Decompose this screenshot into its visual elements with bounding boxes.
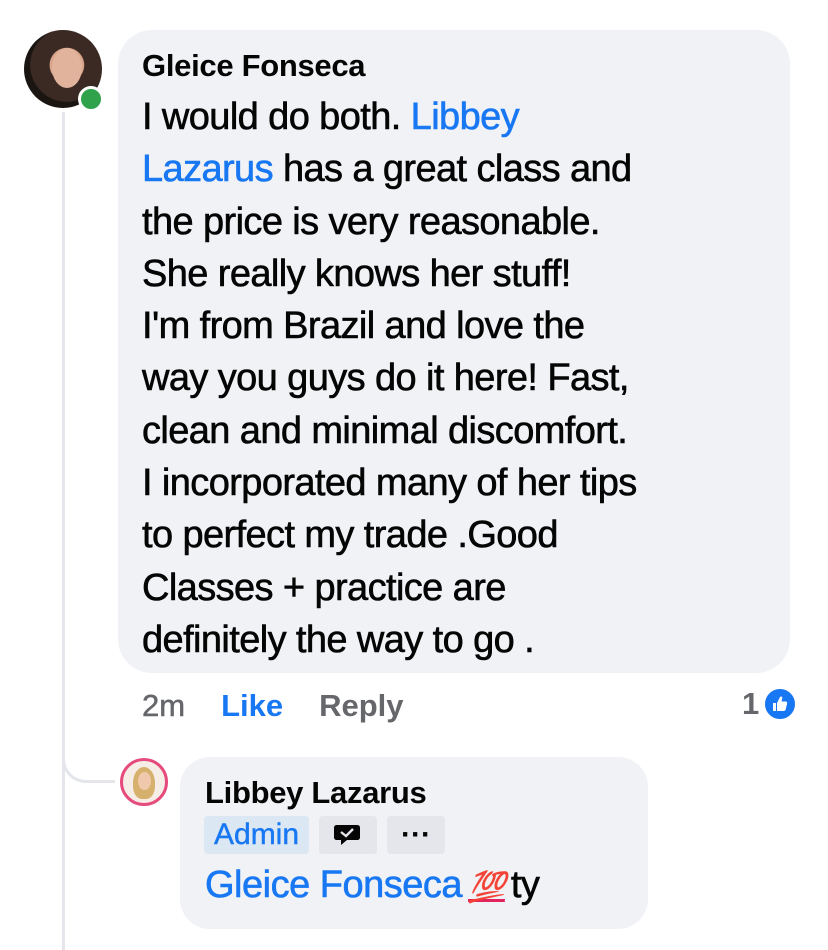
comment-line: clean and minimal discomfort.	[142, 409, 628, 452]
mention-link[interactable]: Gleice Fonseca	[205, 864, 463, 907]
comment-line: definitely the way to go .	[142, 618, 535, 662]
comment-line: She really knows her stuff!	[142, 252, 572, 296]
thread-connector-line	[62, 112, 65, 950]
avatar-libbey[interactable]	[120, 758, 168, 806]
comment-line: I'm from Brazil and love the	[142, 305, 586, 348]
reply-text: Gleice Fonseca 💯 ty	[205, 864, 541, 907]
comment-line: way you guys do it here! Fast,	[142, 357, 630, 400]
comment-line: I would do both. Libbey	[142, 96, 520, 139]
reply-branch-connector	[62, 740, 115, 783]
avatar-face	[52, 48, 82, 88]
comment-line: Classes + practice are	[142, 566, 507, 609]
reply-author[interactable]: Libbey Lazarus	[205, 775, 427, 811]
mention-link[interactable]: Libbey	[410, 96, 520, 139]
like-thumb-icon	[763, 687, 798, 721]
online-status-dot	[78, 86, 104, 112]
hundred-points-emoji: 💯	[468, 871, 505, 904]
avatar-face	[138, 772, 151, 790]
reaction-count: 1	[742, 686, 760, 721]
next-comment-peek	[200, 936, 620, 950]
comment-line: I incorporated many of her tips	[142, 462, 638, 505]
comment-line: to perfect my trade .Good	[142, 514, 559, 557]
comment-line: the price is very reasonable.	[142, 200, 601, 243]
mention-link[interactable]: Lazarus	[142, 148, 274, 191]
comment-actions: 2m Like Reply	[142, 688, 404, 724]
comment-author[interactable]: Gleice Fonseca	[142, 48, 366, 84]
admin-badge[interactable]: Admin	[204, 816, 310, 854]
like-button[interactable]: Like	[221, 688, 283, 724]
comment-timestamp[interactable]: 2m	[142, 688, 186, 724]
chat-bubble-icon[interactable]	[319, 816, 378, 854]
reply-button[interactable]: Reply	[319, 688, 403, 724]
reply-badges: Admin ···	[204, 816, 446, 854]
comment-line: Lazarus has a great class and	[142, 148, 633, 191]
more-dots-icon[interactable]: ···	[387, 816, 446, 854]
comment-text: I would do both. Libbey Lazarus has a gr…	[142, 91, 782, 666]
reply-message: ty	[510, 864, 541, 907]
reaction-summary[interactable]: 1	[742, 686, 798, 722]
